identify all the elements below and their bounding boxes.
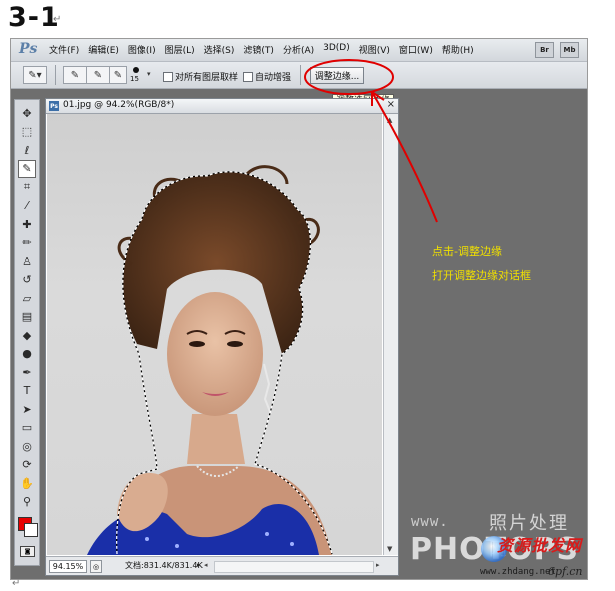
background-color-swatch[interactable]	[24, 523, 38, 537]
type-tool-icon[interactable]: T	[18, 382, 36, 400]
divider	[300, 65, 301, 85]
menu-item-7[interactable]: 3D(D)	[323, 43, 350, 56]
brush-subtract-icon: ✎	[113, 69, 123, 81]
quick-mask-icon[interactable]: ◙	[20, 546, 35, 557]
refine-edge-button[interactable]: 调整边缘...	[310, 67, 364, 84]
face	[167, 292, 263, 416]
document-window: Ps 01.jpg @ 94.2%(RGB/8*) × ▲ ▼ 94.15% ◎…	[45, 98, 399, 576]
subtract-selection-mode-button[interactable]: ✎	[109, 66, 127, 84]
dodge-tool-icon[interactable]: ●	[18, 345, 36, 363]
zoom-tool-icon[interactable]: ⚲	[18, 493, 36, 511]
status-info-icon[interactable]: ◎	[90, 560, 102, 573]
3d-orbit-tool-icon[interactable]: ⟳	[18, 456, 36, 474]
lasso-tool-icon[interactable]: ℓ	[18, 141, 36, 159]
status-bar: 94.15% ◎ 文档:831.4K/831.4K ▸ ◂ ▸	[46, 556, 398, 575]
path-selection-tool-icon[interactable]: ➤	[18, 400, 36, 418]
status-menu-arrow-icon[interactable]: ▸	[197, 561, 201, 569]
menu-item-9[interactable]: 窗口(W)	[399, 43, 433, 56]
document-size-status: 文档:831.4K/831.4K	[125, 561, 203, 570]
brush-size-label: 15	[130, 75, 139, 83]
auto-enhance-label: 自动增强	[255, 73, 292, 83]
menu-item-0[interactable]: 文件(F)	[49, 43, 79, 56]
menu-item-8[interactable]: 视图(V)	[359, 43, 390, 56]
shape-tool-icon[interactable]: ▭	[18, 419, 36, 437]
brush-new-icon: ✎	[70, 69, 80, 81]
watermark-url: www.zhdang.net	[480, 567, 556, 577]
scroll-up-icon[interactable]: ▲	[387, 116, 392, 124]
menu-right-buttons: Br Mb	[535, 42, 579, 58]
options-bar: ✎▾ ✎ ✎ ✎ 15 ▾ 对所有图层取样 自动增强 调整边缘...	[11, 62, 587, 89]
auto-enhance-checkbox[interactable]	[243, 71, 253, 82]
sample-all-layers-label: 对所有图层取样	[175, 73, 239, 83]
hand-tool-icon[interactable]: ✋	[18, 474, 36, 492]
blur-tool-icon[interactable]: ◆	[18, 326, 36, 344]
chevron-down-icon[interactable]: ▾	[147, 70, 151, 78]
menu-item-2[interactable]: 图像(I)	[128, 43, 156, 56]
sample-all-layers-checkbox[interactable]	[163, 71, 173, 82]
pen-tool-icon[interactable]: ✒	[18, 363, 36, 381]
photoshop-screenshot: Ps 文件(F) 编辑(E) 图像(I) 图层(L) 选择(S) 滤镜(T) 分析(A) 3D…	[10, 38, 588, 580]
watermark-www: www.	[411, 514, 449, 530]
marquee-tool-icon[interactable]: ⬚	[18, 123, 36, 141]
menu-bar: Ps 文件(F) 编辑(E) 图像(I) 图层(L) 选择(S) 滤镜(T) 分析(A) 3D…	[11, 39, 587, 62]
menu-item-4[interactable]: 选择(S)	[204, 43, 235, 56]
scroll-right-icon[interactable]: ▸	[376, 561, 380, 569]
3d-rotate-tool-icon[interactable]: ◎	[18, 437, 36, 455]
paragraph-mark-bottom: ↵	[12, 578, 21, 589]
menu-item-3[interactable]: 图层(L)	[165, 43, 195, 56]
menu-items: 文件(F) 编辑(E) 图像(I) 图层(L) 选择(S) 滤镜(T) 分析(A) 3D(D)…	[49, 43, 474, 56]
menu-item-10[interactable]: 帮助(H)	[442, 43, 474, 56]
auto-enhance-option[interactable]: 自动增强	[243, 70, 291, 83]
watermark-url-2: 6pf.cn	[548, 565, 583, 578]
brush-tool-icon[interactable]: ✏	[18, 234, 36, 252]
close-icon[interactable]: ×	[387, 99, 395, 110]
horizontal-scrollbar[interactable]	[214, 561, 374, 573]
new-selection-mode-button[interactable]: ✎	[63, 66, 87, 84]
sample-all-layers-option[interactable]: 对所有图层取样	[163, 70, 238, 83]
menu-item-5[interactable]: 滤镜(T)	[243, 43, 274, 56]
history-brush-tool-icon[interactable]: ↺	[18, 271, 36, 289]
scroll-left-icon[interactable]: ◂	[204, 561, 208, 569]
document-heading: 3-1	[8, 2, 60, 33]
toolbox-panel: ◙ ✥ ⬚ ℓ ✎ ⌗ ⁄ ✚ ✏ ♙ ↺ ▱ ▤ ◆ ● ✒ T ➤ ▭ ◎ ⟳ ✋ ⚲	[14, 99, 40, 566]
annotation-step-2: 打开调整边缘对话框	[432, 269, 531, 282]
document-title: 01.jpg @ 94.2%(RGB/8*)	[63, 100, 175, 110]
bridge-button[interactable]: Br	[535, 42, 554, 58]
gradient-tool-icon[interactable]: ▤	[18, 308, 36, 326]
menu-item-6[interactable]: 分析(A)	[283, 43, 314, 56]
mini-bridge-button[interactable]: Mb	[560, 42, 579, 58]
move-tool-icon[interactable]: ✥	[18, 104, 36, 122]
menu-item-1[interactable]: 编辑(E)	[88, 43, 119, 56]
brush-add-icon: ✎	[93, 69, 103, 81]
add-to-selection-mode-button[interactable]: ✎	[86, 66, 110, 84]
crop-tool-icon[interactable]: ⌗	[18, 178, 36, 196]
ps-document-icon: Ps	[49, 101, 59, 111]
healing-brush-tool-icon[interactable]: ✚	[18, 215, 36, 233]
paragraph-mark: ↵	[53, 14, 62, 25]
document-tab[interactable]: Ps 01.jpg @ 94.2%(RGB/8*) ×	[46, 99, 398, 114]
zoom-level-field[interactable]: 94.15%	[49, 560, 87, 573]
divider	[55, 65, 56, 85]
watermark-red-text: 资源批发网	[497, 536, 583, 555]
image-canvas[interactable]	[47, 114, 382, 555]
quick-selection-icon: ✎▾	[28, 69, 42, 81]
photoshop-logo: Ps	[19, 41, 38, 57]
eraser-tool-icon[interactable]: ▱	[18, 289, 36, 307]
annotation-step-1: 点击-调整边缘	[432, 245, 502, 258]
brush-preview-icon[interactable]	[133, 67, 139, 73]
neck	[187, 414, 245, 464]
portrait-image	[87, 165, 333, 555]
clone-stamp-tool-icon[interactable]: ♙	[18, 252, 36, 270]
scroll-down-icon[interactable]: ▼	[387, 545, 392, 553]
eyedropper-tool-icon[interactable]: ⁄	[18, 197, 36, 215]
quick-selection-tool-icon[interactable]: ✎	[18, 159, 36, 178]
vertical-scrollbar[interactable]: ▲ ▼	[383, 114, 398, 555]
tool-preset-picker[interactable]: ✎▾	[23, 66, 47, 84]
